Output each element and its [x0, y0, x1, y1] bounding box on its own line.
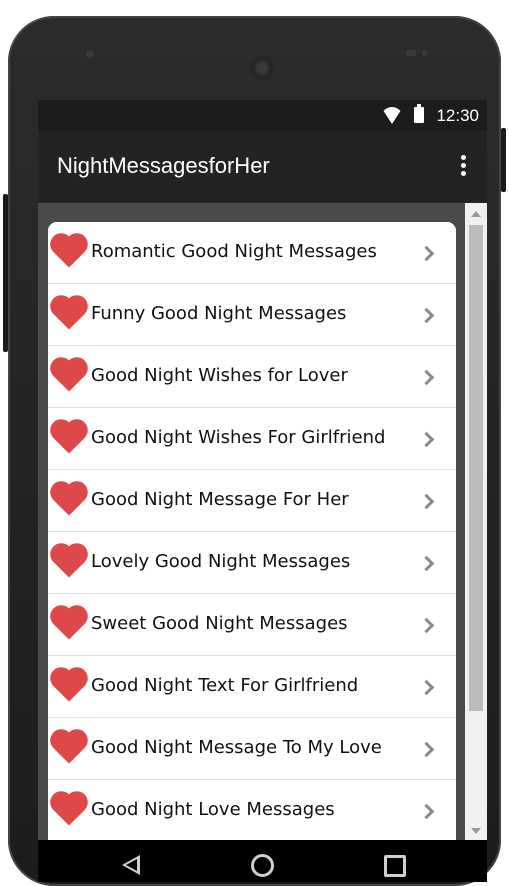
app-bar: NightMessagesforHer	[38, 131, 487, 203]
scroll-up-icon[interactable]	[471, 211, 481, 217]
list-item-label: Funny Good Night Messages	[91, 303, 347, 324]
status-time: 12:30	[436, 106, 479, 125]
back-icon[interactable]	[122, 855, 140, 875]
scroll-thumb[interactable]	[469, 225, 483, 711]
heart-icon	[53, 484, 85, 516]
chevron-right-icon	[418, 803, 435, 820]
heart-icon	[53, 360, 85, 392]
speaker-grille	[252, 58, 272, 78]
chevron-right-icon	[418, 369, 435, 386]
list-item[interactable]: Lovely Good Night Messages	[48, 532, 456, 594]
heart-icon	[53, 608, 85, 640]
list-item-label: Good Night Text For Girlfriend	[91, 675, 359, 696]
chevron-right-icon	[418, 431, 435, 448]
list-item-label: Good Night Wishes For Girlfriend	[91, 427, 386, 448]
chevron-right-icon	[418, 307, 435, 324]
heart-icon	[53, 546, 85, 578]
sensor	[406, 50, 416, 56]
content-area: Romantic Good Night Messages Funny Good …	[38, 203, 487, 862]
list-item-label: Lovely Good Night Messages	[91, 551, 351, 572]
front-camera	[86, 50, 94, 58]
phone-frame: 12:30 NightMessagesforHer Romantic Good …	[3, 16, 506, 886]
scroll-down-icon[interactable]	[471, 828, 481, 834]
heart-icon	[53, 670, 85, 702]
status-bar: 12:30	[38, 100, 487, 131]
volume-button	[3, 194, 8, 352]
screen: 12:30 NightMessagesforHer Romantic Good …	[38, 100, 487, 882]
heart-icon	[53, 794, 85, 826]
list-item-label: Sweet Good Night Messages	[91, 613, 348, 634]
chevron-right-icon	[418, 679, 435, 696]
list-item[interactable]: Good Night Message For Her	[48, 470, 456, 532]
overflow-menu-icon[interactable]	[461, 155, 467, 179]
message-category-list: Romantic Good Night Messages Funny Good …	[48, 222, 456, 862]
heart-icon	[53, 236, 85, 268]
list-item-label: Good Night Love Messages	[91, 799, 335, 820]
list-item[interactable]: Romantic Good Night Messages	[48, 222, 456, 284]
list-item-label: Good Night Message For Her	[91, 489, 349, 510]
app-title: NightMessagesforHer	[57, 153, 270, 178]
list-item-label: Romantic Good Night Messages	[91, 241, 377, 262]
list-item[interactable]: Funny Good Night Messages	[48, 284, 456, 346]
list-item-label: Good Night Wishes for Lover	[91, 365, 348, 386]
chevron-right-icon	[418, 741, 435, 758]
heart-icon	[53, 298, 85, 330]
navigation-bar	[38, 840, 487, 882]
chevron-right-icon	[418, 493, 435, 510]
list-item[interactable]: Good Night Wishes For Girlfriend	[48, 408, 456, 470]
list-item[interactable]: Good Night Text For Girlfriend	[48, 656, 456, 718]
list-item-label: Good Night Message To My Love	[91, 737, 382, 758]
list-item[interactable]: Sweet Good Night Messages	[48, 594, 456, 656]
chevron-right-icon	[418, 555, 435, 572]
battery-icon	[414, 104, 424, 123]
heart-icon	[53, 422, 85, 454]
list-item[interactable]: Good Night Message To My Love	[48, 718, 456, 780]
power-button	[501, 128, 506, 192]
recents-icon[interactable]	[384, 855, 406, 877]
sensor-2	[422, 50, 428, 56]
wifi-icon	[381, 107, 403, 124]
scrollbar[interactable]	[465, 203, 487, 840]
list-item[interactable]: Good Night Wishes for Lover	[48, 346, 456, 408]
heart-icon	[53, 732, 85, 764]
chevron-right-icon	[418, 245, 435, 262]
list-item[interactable]: Good Night Love Messages	[48, 780, 456, 842]
chevron-right-icon	[418, 617, 435, 634]
